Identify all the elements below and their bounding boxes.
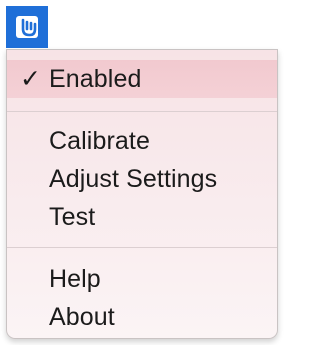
checkmark-icon: ✓ (20, 65, 42, 93)
menu-item-label: Help (49, 264, 101, 293)
menu-item-about[interactable]: About (7, 298, 277, 336)
menu-item-help[interactable]: Help (7, 260, 277, 298)
menu-item-label: About (49, 302, 115, 331)
menu-separator (7, 111, 277, 112)
menu-item-adjust-settings[interactable]: Adjust Settings (7, 160, 277, 198)
menu-item-label: Test (49, 202, 96, 231)
menu-separator (7, 247, 277, 248)
screenshot-root: ✓ Enabled Calibrate Adjust Settings Test… (0, 0, 283, 345)
dropdown-menu: ✓ Enabled Calibrate Adjust Settings Test… (6, 49, 278, 339)
menu-item-label: Calibrate (49, 126, 150, 155)
menu-item-test[interactable]: Test (7, 198, 277, 236)
menubar-app-icon[interactable] (6, 6, 48, 48)
hand-pointer-icon (16, 16, 38, 38)
menu-item-enabled[interactable]: ✓ Enabled (7, 60, 277, 98)
menu-item-calibrate[interactable]: Calibrate (7, 122, 277, 160)
menu-item-label: Enabled (49, 64, 142, 93)
menu-item-label: Adjust Settings (49, 164, 218, 193)
